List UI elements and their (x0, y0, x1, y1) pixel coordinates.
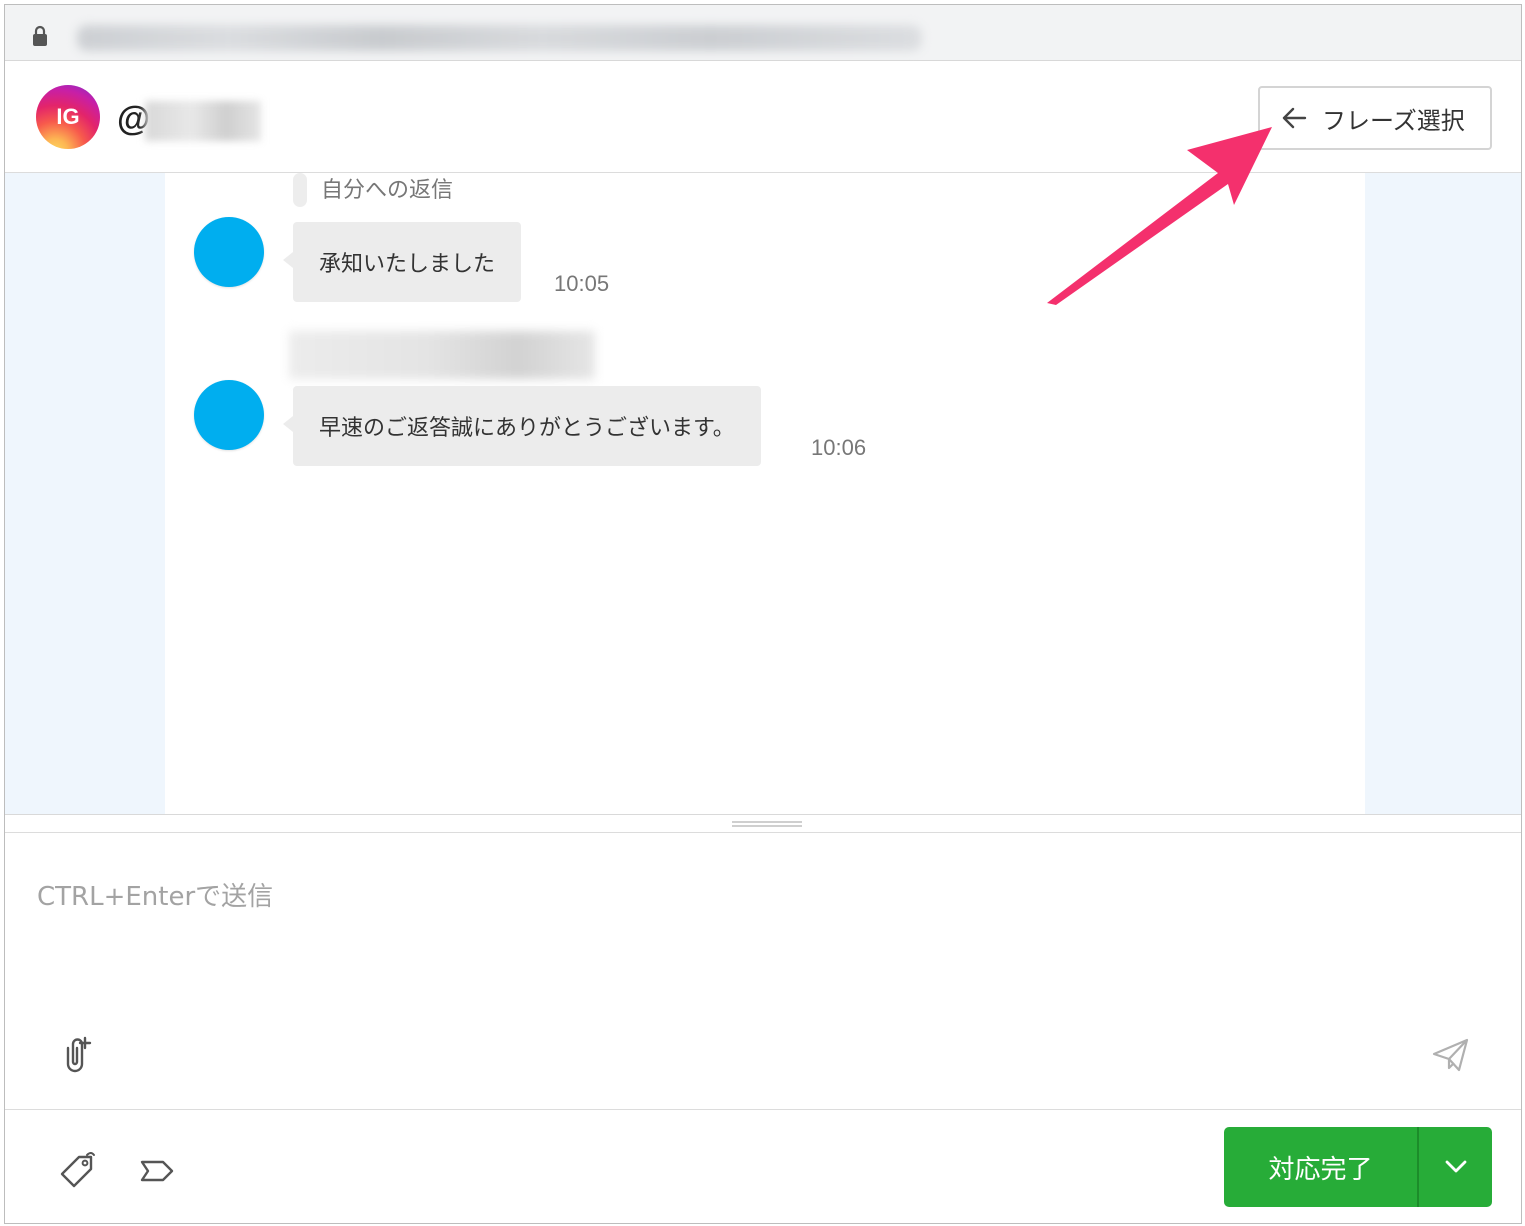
blurred-url[interactable] (77, 25, 922, 51)
app-window: IG @ フレーズ選択 自分への返信 承知いたしました 10:05 早速のご返答… (4, 4, 1522, 1224)
tag-icon (60, 1152, 95, 1188)
reply-bar (293, 173, 307, 207)
send-button[interactable] (1430, 1035, 1472, 1075)
resize-handle[interactable] (5, 815, 1521, 833)
label-button[interactable] (137, 1151, 177, 1191)
reply-indicator: 自分への返信 (293, 173, 453, 207)
blurred-username (145, 101, 261, 141)
lock-icon (33, 25, 47, 46)
phrase-select-label: フレーズ選択 (1322, 106, 1465, 135)
sender-avatar (194, 217, 264, 287)
blurred-sender-name (289, 331, 595, 379)
footer-toolbar: 対応完了 (5, 1111, 1521, 1223)
arrow-left-icon (1282, 107, 1307, 129)
message-input[interactable] (37, 867, 1387, 927)
sender-avatar (194, 380, 264, 450)
message-time: 10:05 (554, 271, 610, 296)
chat-area[interactable]: 自分への返信 承知いたしました 10:05 早速のご返答誠にありがとうございます… (5, 173, 1521, 815)
paper-plane-icon (1432, 1038, 1469, 1072)
complete-options-dropdown[interactable] (1419, 1127, 1492, 1207)
resize-grip (732, 821, 802, 827)
message-bubble: 早速のご返答誠にありがとうございます。 (283, 386, 761, 466)
chevron-down-icon (1445, 1160, 1466, 1173)
paperclip-plus-icon (66, 1036, 92, 1073)
tag-button[interactable] (55, 1149, 99, 1193)
instagram-avatar: IG (36, 85, 100, 149)
label-icon (140, 1160, 174, 1182)
composer (5, 833, 1521, 1110)
complete-button-group: 対応完了 (1224, 1127, 1492, 1207)
browser-address-bar (5, 5, 1521, 61)
conversation-header: IG @ フレーズ選択 (5, 61, 1521, 173)
attach-file-button[interactable] (55, 1033, 95, 1075)
message-text: 承知いたしました (319, 252, 496, 277)
message-text: 早速のご返答誠にありがとうございます。 (319, 416, 735, 441)
phrase-select-button[interactable]: フレーズ選択 (1258, 86, 1492, 150)
message-bubble: 承知いたしました (282, 222, 522, 302)
reply-label: 自分への返信 (321, 178, 454, 203)
message-time: 10:06 (811, 435, 867, 460)
complete-button[interactable]: 対応完了 (1224, 1127, 1419, 1207)
message-list: 自分への返信 承知いたしました 10:05 早速のご返答誠にありがとうございます… (165, 173, 1365, 814)
